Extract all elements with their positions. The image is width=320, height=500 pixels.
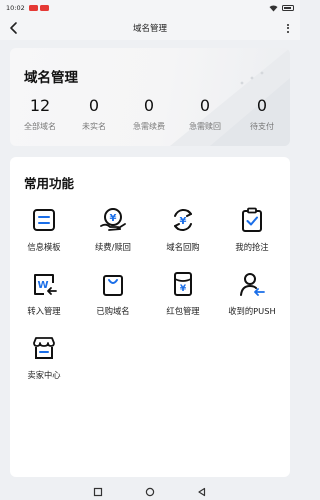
function-label: 红包管理: [166, 306, 200, 316]
svg-text:¥: ¥: [110, 213, 117, 224]
stat-value: 0: [256, 96, 268, 115]
function-domain-buyback[interactable]: ¥ 域名回购: [148, 205, 218, 253]
stat-all-domains[interactable]: 12 全部域名: [18, 96, 62, 132]
stat-label: 待支付: [250, 122, 274, 131]
navigation-bar: 域名管理: [0, 16, 300, 40]
stat-value: 0: [143, 96, 155, 115]
function-red-packet[interactable]: ¥ 红包管理: [148, 269, 218, 317]
function-label: 卖家中心: [27, 370, 61, 380]
stat-value: 12: [29, 96, 51, 115]
transfer-in-icon: W: [34, 274, 57, 295]
function-renew-redeem[interactable]: ¥ 续费/赎回: [78, 205, 148, 253]
function-transfer-in[interactable]: W 转入管理: [9, 269, 79, 317]
svg-text:¥: ¥: [180, 284, 187, 294]
template-icon: [33, 209, 55, 231]
common-functions-card: 常用功能 信息模板 ¥ 续费/赎回 ¥ 域名回购 我的抢注 W 转入管理 已购域…: [10, 157, 290, 477]
back-arrow-icon[interactable]: [6, 20, 22, 36]
stat-unverified[interactable]: 0 未实名: [72, 96, 116, 132]
page-title: 域名管理: [132, 24, 167, 34]
function-label: 已购域名: [96, 306, 130, 316]
svg-text:W: W: [37, 280, 48, 291]
stat-urgent-renewal[interactable]: 0 急需续费: [127, 96, 171, 132]
notification-icon: [39, 5, 49, 11]
stat-label: 全部域名: [24, 122, 56, 131]
shopping-bag-icon: [103, 275, 123, 296]
function-label: 信息模板: [27, 242, 61, 252]
function-info-template[interactable]: 信息模板: [9, 205, 79, 253]
stat-value: 0: [199, 96, 211, 115]
domain-overview-card: 域名管理 12 全部域名 0 未实名 0 急需续费 0 急需赎回 0 待支付: [10, 48, 290, 146]
svg-text:¥: ¥: [180, 216, 187, 227]
function-label: 续费/赎回: [95, 242, 131, 252]
function-purchased-domains[interactable]: 已购域名: [78, 269, 148, 317]
overview-title: 域名管理: [24, 70, 78, 86]
notification-icon: [28, 5, 38, 11]
stat-label: 未实名: [82, 122, 106, 131]
buyback-icon: ¥: [174, 209, 192, 231]
function-label: 域名回购: [166, 242, 200, 252]
stat-label: 急需续费: [133, 122, 165, 131]
back-icon[interactable]: [197, 487, 207, 497]
function-my-backorders[interactable]: 我的抢注: [217, 205, 287, 253]
function-label: 我的抢注: [235, 242, 269, 252]
status-bar: 10:02: [0, 0, 300, 16]
clipboard-check-icon: [242, 207, 262, 232]
store-icon: [33, 337, 55, 359]
user-push-icon: [240, 273, 265, 296]
status-time: 10:02: [6, 4, 25, 12]
system-navigation-bar: [0, 484, 300, 500]
red-packet-icon: ¥: [174, 272, 192, 296]
renew-icon: ¥: [100, 208, 126, 231]
stat-pending-payment[interactable]: 0 待支付: [240, 96, 284, 132]
battery-icon: [282, 5, 294, 11]
function-label: 收到的PUSH: [228, 306, 276, 316]
stat-urgent-redeem[interactable]: 0 急需赎回: [183, 96, 227, 132]
recent-apps-icon[interactable]: [93, 487, 103, 497]
stat-label: 急需赎回: [189, 122, 221, 131]
stat-value: 0: [88, 96, 100, 115]
more-menu-icon[interactable]: [282, 20, 294, 36]
home-icon[interactable]: [145, 487, 155, 497]
wifi-icon: [269, 4, 278, 11]
function-seller-center[interactable]: 卖家中心: [9, 333, 79, 381]
function-label: 转入管理: [27, 306, 61, 316]
section-title: 常用功能: [24, 176, 75, 191]
function-received-push[interactable]: 收到的PUSH: [217, 269, 287, 317]
